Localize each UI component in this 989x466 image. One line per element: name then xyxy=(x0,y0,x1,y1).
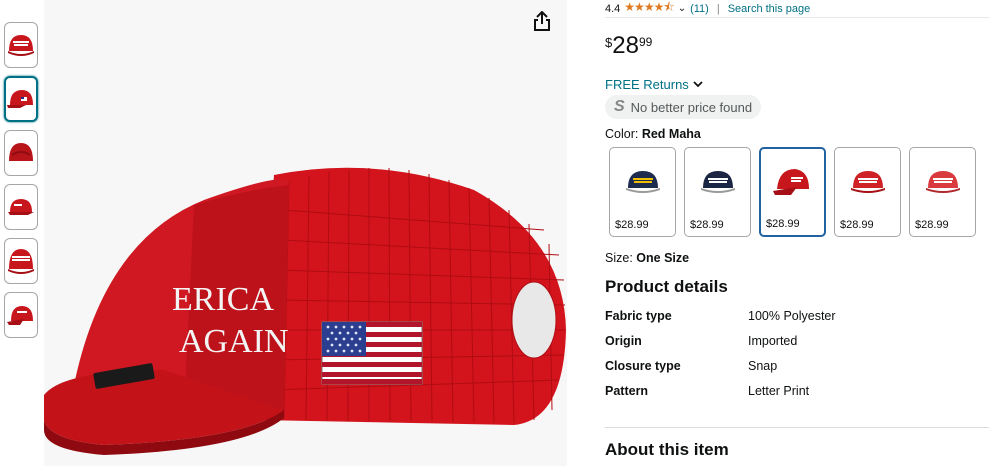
divider: | xyxy=(716,2,720,15)
rating-row: 4.4 ★★★★⯪ ⌄ (11) | Search this page xyxy=(605,0,989,18)
swatch-red-maha[interactable]: $28.99 xyxy=(759,147,826,237)
share-button[interactable] xyxy=(529,8,555,34)
about-this-item-heading: About this item xyxy=(605,440,729,459)
product-details-table: Fabric type 100% Polyester Origin Import… xyxy=(605,309,989,409)
free-returns-link[interactable]: FREE Returns xyxy=(605,76,989,92)
details-row: Fabric type 100% Polyester xyxy=(605,309,989,334)
thumbnail-angle[interactable] xyxy=(4,292,38,338)
price-whole: 28 xyxy=(612,32,639,59)
product-page: ERICA AGAIN 4.4 ★★★★⯪ ⌄ (11) | Search th… xyxy=(0,0,989,466)
swatch-navy-gold[interactable]: $28.99 xyxy=(609,147,676,237)
price-symbol: $ xyxy=(605,35,613,50)
section-divider xyxy=(605,427,989,428)
swatch-red-light[interactable]: $28.99 xyxy=(909,147,976,237)
swatch-navy-white[interactable]: $28.99 xyxy=(684,147,751,237)
details-key: Fabric type xyxy=(605,309,672,323)
cap-image: ERICA AGAIN xyxy=(44,167,566,455)
color-selection-label: Color: Red Maha xyxy=(605,127,989,143)
thumbnail-side-alt[interactable] xyxy=(4,184,38,230)
buy-box-panel: 4.4 ★★★★⯪ ⌄ (11) | Search this page $ 28… xyxy=(605,0,989,460)
details-value: Imported xyxy=(748,334,798,348)
swatch-price: $28.99 xyxy=(840,219,874,231)
thumbnail-strip xyxy=(4,22,40,346)
thumbnail-side[interactable] xyxy=(4,76,38,122)
star-rating-icon[interactable]: ★★★★⯪ xyxy=(624,0,674,19)
price-badge-icon: S xyxy=(614,98,625,115)
svg-text:AGAIN: AGAIN xyxy=(179,323,289,360)
thumbnail-front[interactable] xyxy=(4,22,38,68)
swatch-red[interactable]: $28.99 xyxy=(834,147,901,237)
product-details-heading: Product details xyxy=(605,277,728,296)
chevron-down-icon[interactable]: ⌄ xyxy=(678,3,686,14)
search-this-page-link[interactable]: Search this page xyxy=(728,3,811,15)
price: $ 28 99 xyxy=(605,32,989,62)
details-row: Pattern Letter Print xyxy=(605,384,989,409)
details-row: Origin Imported xyxy=(605,334,989,359)
thumbnail-front-text[interactable] xyxy=(4,238,38,284)
size-value: One Size xyxy=(636,251,690,265)
size-label: Size: xyxy=(605,251,633,265)
size-selection-label: Size: One Size xyxy=(605,251,989,267)
svg-text:ERICA: ERICA xyxy=(172,281,274,318)
share-icon xyxy=(534,11,550,31)
color-label: Color: xyxy=(605,127,639,141)
rating-value: 4.4 xyxy=(605,2,621,15)
details-row: Closure type Snap xyxy=(605,359,989,384)
price-badge: S No better price found xyxy=(605,95,762,119)
details-value: Letter Print xyxy=(748,384,810,398)
thumbnail-back[interactable] xyxy=(4,130,38,176)
details-key: Origin xyxy=(605,334,642,348)
price-fraction: 99 xyxy=(638,35,653,49)
chevron-down-icon xyxy=(693,80,703,87)
swatch-price: $28.99 xyxy=(766,218,800,230)
review-count-link[interactable]: (11) xyxy=(690,3,709,15)
details-value: 100% Polyester xyxy=(748,309,836,323)
swatch-price: $28.99 xyxy=(615,219,649,231)
free-returns-label: FREE Returns xyxy=(605,76,689,92)
price-badge-label: No better price found xyxy=(630,99,753,115)
main-product-image[interactable]: ERICA AGAIN xyxy=(44,0,567,466)
swatch-price: $28.99 xyxy=(690,219,724,231)
details-key: Closure type xyxy=(605,359,681,373)
swatch-price: $28.99 xyxy=(915,219,949,231)
color-value: Red Maha xyxy=(641,127,701,141)
details-key: Pattern xyxy=(605,384,649,398)
details-value: Snap xyxy=(748,359,778,373)
color-swatches: $28.99 $28.99 $28.99 $28.99 $28.99 xyxy=(609,147,989,237)
